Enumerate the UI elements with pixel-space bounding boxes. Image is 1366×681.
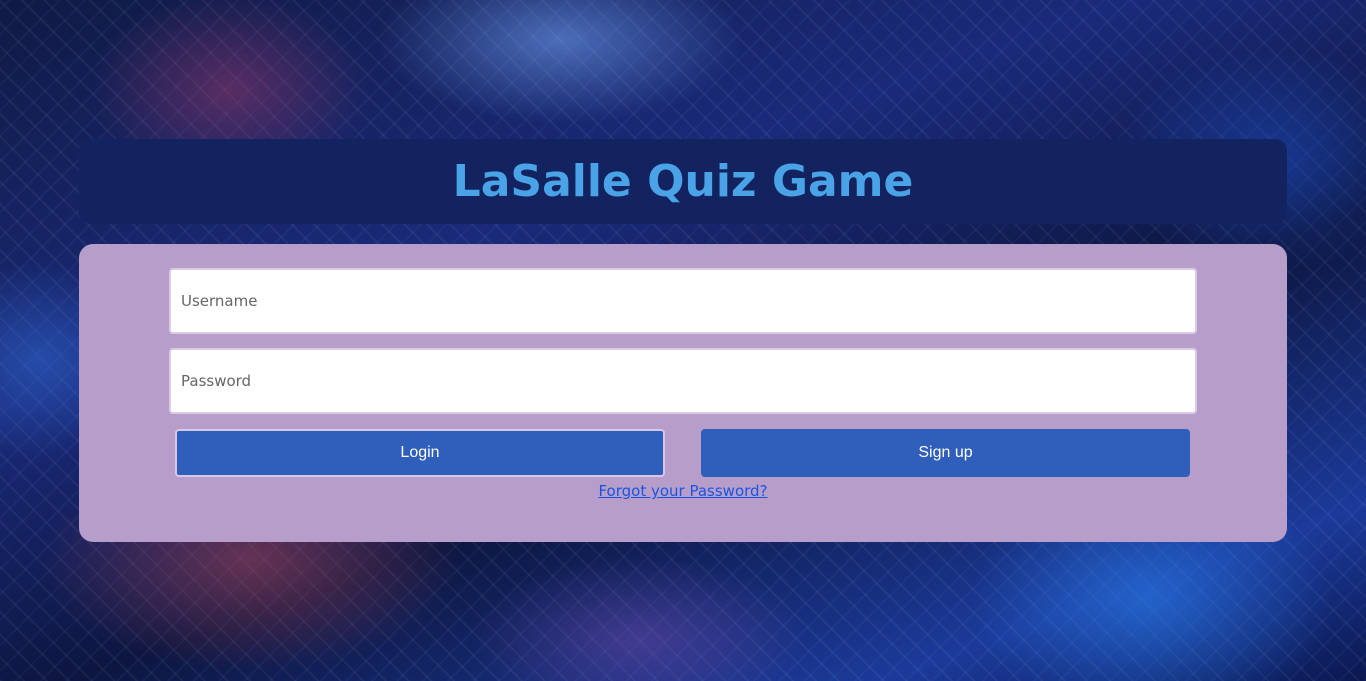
login-form: Login Sign up Forgot your Password? bbox=[79, 244, 1287, 542]
forgot-password-link[interactable]: Forgot your Password? bbox=[598, 482, 767, 500]
login-button[interactable]: Login bbox=[175, 429, 665, 477]
username-input[interactable] bbox=[169, 268, 1197, 334]
forgot-password-container: Forgot your Password? bbox=[79, 482, 1287, 500]
password-input[interactable] bbox=[169, 348, 1197, 414]
signup-button[interactable]: Sign up bbox=[701, 429, 1190, 477]
page-title: LaSalle Quiz Game bbox=[452, 156, 914, 207]
header-panel: LaSalle Quiz Game bbox=[79, 139, 1287, 224]
